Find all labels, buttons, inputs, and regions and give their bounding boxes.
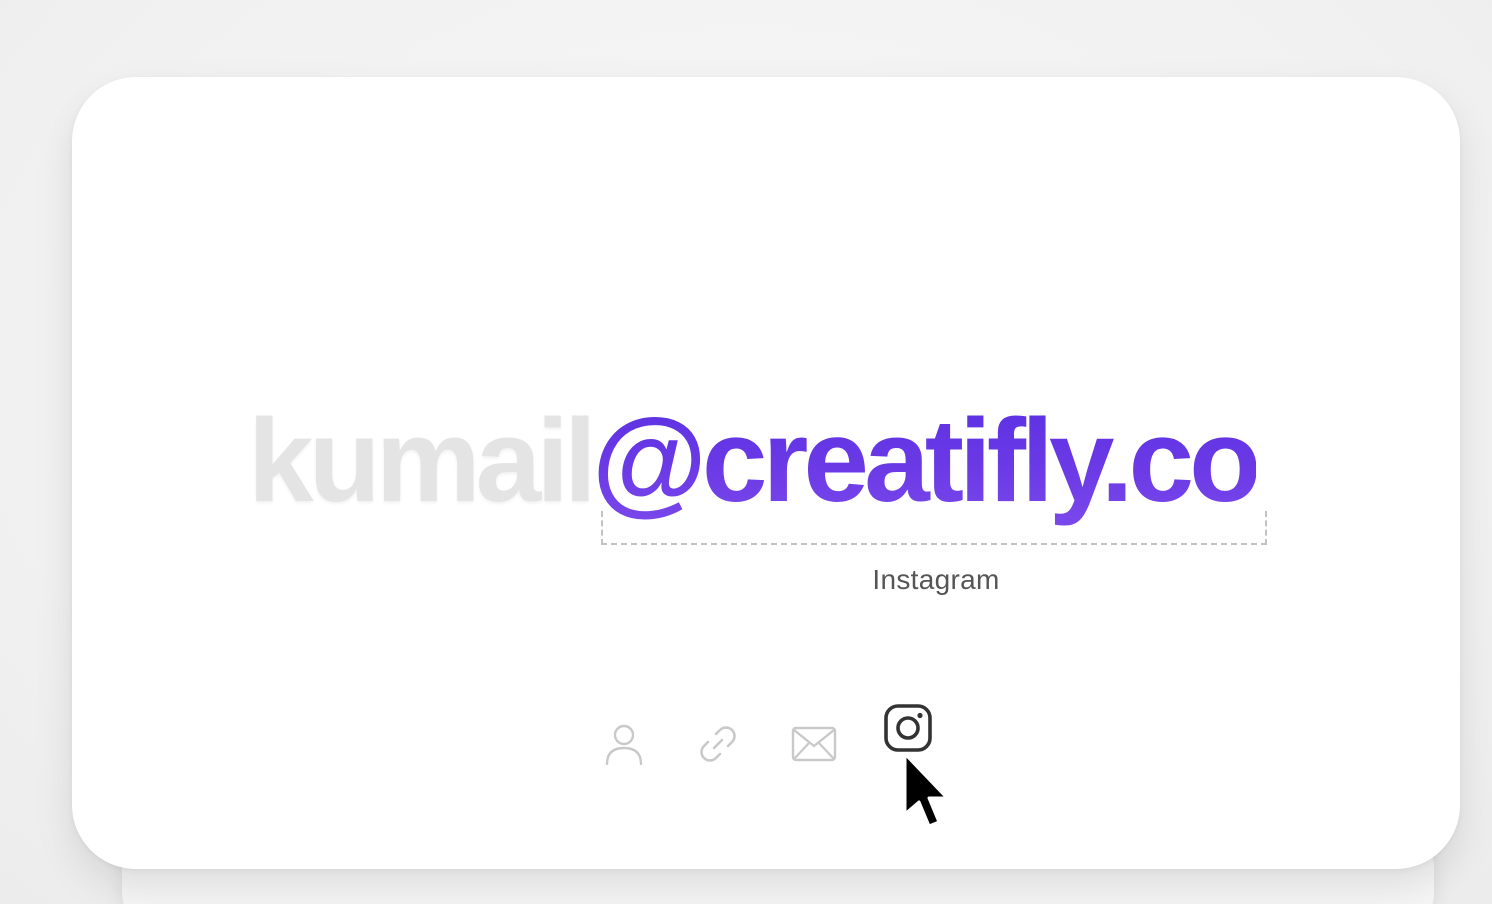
selection-outline: [601, 511, 1267, 545]
stage: kumail@creatifly.co Instagram: [0, 0, 1492, 904]
handle-headline: kumail@creatifly.co: [248, 402, 1261, 520]
profile-button[interactable]: [596, 716, 652, 772]
email-button[interactable]: [786, 716, 842, 772]
instagram-icon: [884, 704, 932, 752]
handle-prefix: kumail: [248, 395, 597, 527]
social-icon-bar: [596, 700, 956, 770]
link-button[interactable]: [690, 716, 746, 772]
handle-domain: @creatifly.co: [591, 395, 1261, 527]
instagram-tooltip: Instagram: [872, 564, 1000, 595]
mail-icon: [791, 726, 837, 762]
profile-icon: [605, 724, 643, 766]
instagram-button[interactable]: [880, 700, 936, 756]
link-icon: [700, 726, 736, 762]
